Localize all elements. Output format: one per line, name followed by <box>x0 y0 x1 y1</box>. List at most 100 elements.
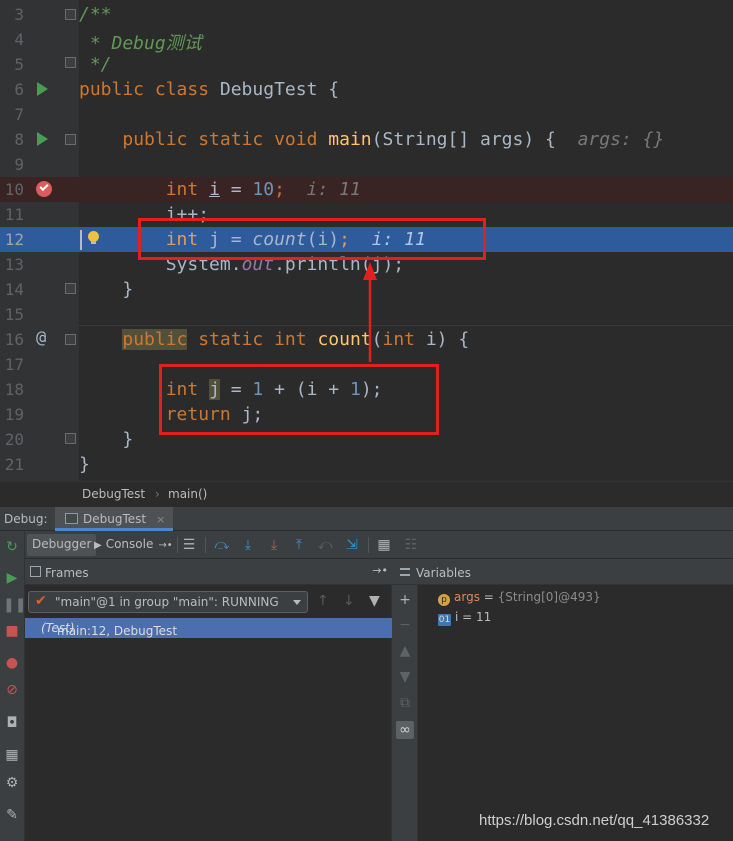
frame-down-icon[interactable]: ↓ <box>343 593 355 609</box>
code-line-5[interactable]: 5 */ <box>0 52 733 77</box>
parameter-icon: p <box>438 594 450 606</box>
stop-icon[interactable]: ■ <box>3 622 21 640</box>
fold-icon[interactable] <box>65 134 76 145</box>
code-text: public static void main(String[] args) {… <box>122 129 665 150</box>
annotation-box-call <box>138 218 486 260</box>
line-number: 14 <box>4 280 24 299</box>
debugger-toolbar: Debugger ▶ Console →• ☰ ⤼ ⤓ ⤓ ⤒ ⤺ ⇲ ▦ ☷ <box>25 531 733 559</box>
breadcrumb-class[interactable]: DebugTest <box>82 487 145 501</box>
thread-suspended-icon: ✔ <box>35 593 47 609</box>
trace-icon[interactable]: ☷ <box>402 536 420 554</box>
code-text: } <box>79 454 90 475</box>
code-line-8[interactable]: 8 public static void main(String[] args)… <box>0 127 733 152</box>
stack-frame-label: main:12, DebugTest <box>57 624 178 638</box>
mute-breakpoints-icon[interactable]: ⊘ <box>3 681 21 699</box>
line-number: 7 <box>14 105 24 124</box>
code-line-14[interactable]: 14 } <box>0 277 733 302</box>
camera-icon[interactable]: ◘ <box>3 714 21 732</box>
show-execution-point-icon[interactable]: ☰ <box>180 536 198 554</box>
duplicate-watch-icon[interactable]: ⧉ <box>396 694 414 712</box>
line-number: 11 <box>4 205 24 224</box>
filter-icon[interactable]: ▼ <box>369 593 380 609</box>
code-line-9[interactable]: 9 <box>0 152 733 177</box>
layout-icon[interactable]: ▦ <box>3 746 21 764</box>
drop-frame-icon[interactable]: ⤺ <box>316 536 334 554</box>
code-editor[interactable]: 3 /** 4 * Debug测试 5 */ 6 public class De… <box>0 0 733 481</box>
breakpoint-icon[interactable] <box>36 181 52 197</box>
close-icon[interactable]: × <box>156 513 165 526</box>
force-step-into-icon[interactable]: ⤓ <box>265 536 283 554</box>
variables-toolbar: + − ▲ ▼ ⧉ ∞ <box>392 559 418 841</box>
restore-layout-icon[interactable]: →• <box>158 540 172 551</box>
evaluate-expression-icon[interactable]: ▦ <box>375 536 393 554</box>
restore-layout-icon[interactable]: →• <box>372 564 388 577</box>
run-to-cursor-icon[interactable]: ⇲ <box>343 536 361 554</box>
frames-panel: Frames →• ✔ "main"@1 in group "main": RU… <box>25 559 392 841</box>
pause-icon[interactable]: ❚❚ <box>3 596 26 614</box>
breadcrumb: DebugTest › main() <box>0 481 733 506</box>
code-line-16[interactable]: 16 @ public static int count(int i) { <box>0 327 733 352</box>
stack-frame-row[interactable]: main:12, DebugTest (Test) <box>25 618 392 638</box>
variables-header: Variables <box>392 559 733 585</box>
code-line-7[interactable]: 7 <box>0 102 733 127</box>
watermark: https://blog.csdn.net/qq_41386332 <box>479 812 710 829</box>
line-number: 18 <box>4 380 24 399</box>
frames-title: Frames <box>45 566 89 580</box>
fold-icon[interactable] <box>65 9 76 20</box>
show-watches-icon[interactable]: ∞ <box>396 721 414 739</box>
view-breakpoints-icon[interactable]: ● <box>3 654 21 672</box>
tab-debugger[interactable]: Debugger <box>27 534 97 556</box>
run-config-icon <box>65 513 78 524</box>
code-line-6[interactable]: 6 public class DebugTest { <box>0 77 733 102</box>
frames-icon <box>30 566 41 577</box>
pin-icon[interactable]: ✎ <box>3 806 21 824</box>
line-number: 12 <box>4 230 24 249</box>
frame-up-icon[interactable]: ↑ <box>317 593 329 609</box>
step-into-icon[interactable]: ⤓ <box>239 536 257 554</box>
code-text: } <box>122 279 134 300</box>
debug-label: Debug: <box>4 512 48 526</box>
code-line-15[interactable]: 15 <box>0 302 733 327</box>
fold-icon[interactable] <box>65 334 76 345</box>
inline-debug-value: args: {} <box>577 129 665 150</box>
variable-row-args[interactable]: p args = {String[0]@493} <box>438 590 601 608</box>
line-number: 8 <box>14 130 24 149</box>
breadcrumb-method[interactable]: main() <box>168 487 207 501</box>
code-line-10[interactable]: 10 int i = 10; i: 11 <box>0 177 733 202</box>
line-number: 17 <box>4 355 24 374</box>
line-number: 21 <box>4 455 24 474</box>
debug-session-tab-label: DebugTest <box>83 512 147 526</box>
move-down-icon[interactable]: ▼ <box>396 668 414 686</box>
line-number: 10 <box>4 180 24 199</box>
annotation-box-method <box>159 364 439 435</box>
debug-session-tab[interactable]: DebugTest × <box>55 507 174 531</box>
line-number: 19 <box>4 405 24 424</box>
thread-selector[interactable]: ✔ "main"@1 in group "main": RUNNING <box>28 591 308 613</box>
move-up-icon[interactable]: ▲ <box>396 642 414 660</box>
line-number: 9 <box>14 155 24 174</box>
code-line-21[interactable]: 21 } <box>0 452 733 477</box>
implements-icon[interactable]: @ <box>36 328 46 348</box>
code-line-4[interactable]: 4 * Debug测试 <box>0 27 733 54</box>
step-out-icon[interactable]: ⤒ <box>290 536 308 554</box>
fold-icon[interactable] <box>65 57 76 68</box>
inline-debug-value: i: 11 <box>306 179 361 200</box>
step-over-icon[interactable]: ⤼ <box>213 536 231 554</box>
run-icon[interactable] <box>37 82 48 96</box>
tab-console[interactable]: ▶ Console →• <box>89 534 178 556</box>
code-line-3[interactable]: 3 /** <box>0 2 733 27</box>
resume-icon[interactable]: ▶ <box>3 569 21 587</box>
tab-console-label: Console <box>105 537 154 551</box>
run-icon[interactable] <box>37 132 48 146</box>
variables-title: Variables <box>416 566 471 580</box>
new-watch-icon[interactable]: + <box>396 591 414 609</box>
line-number: 4 <box>14 30 24 49</box>
line-number: 16 <box>4 330 24 349</box>
chevron-down-icon <box>293 600 301 605</box>
fold-icon[interactable] <box>65 283 76 294</box>
fold-icon[interactable] <box>65 433 76 444</box>
gear-icon[interactable]: ⚙ <box>3 774 21 792</box>
rerun-icon[interactable]: ↻ <box>3 538 21 556</box>
remove-watch-icon[interactable]: − <box>396 616 414 634</box>
variable-row-i[interactable]: 01 i = 11 <box>438 610 491 628</box>
